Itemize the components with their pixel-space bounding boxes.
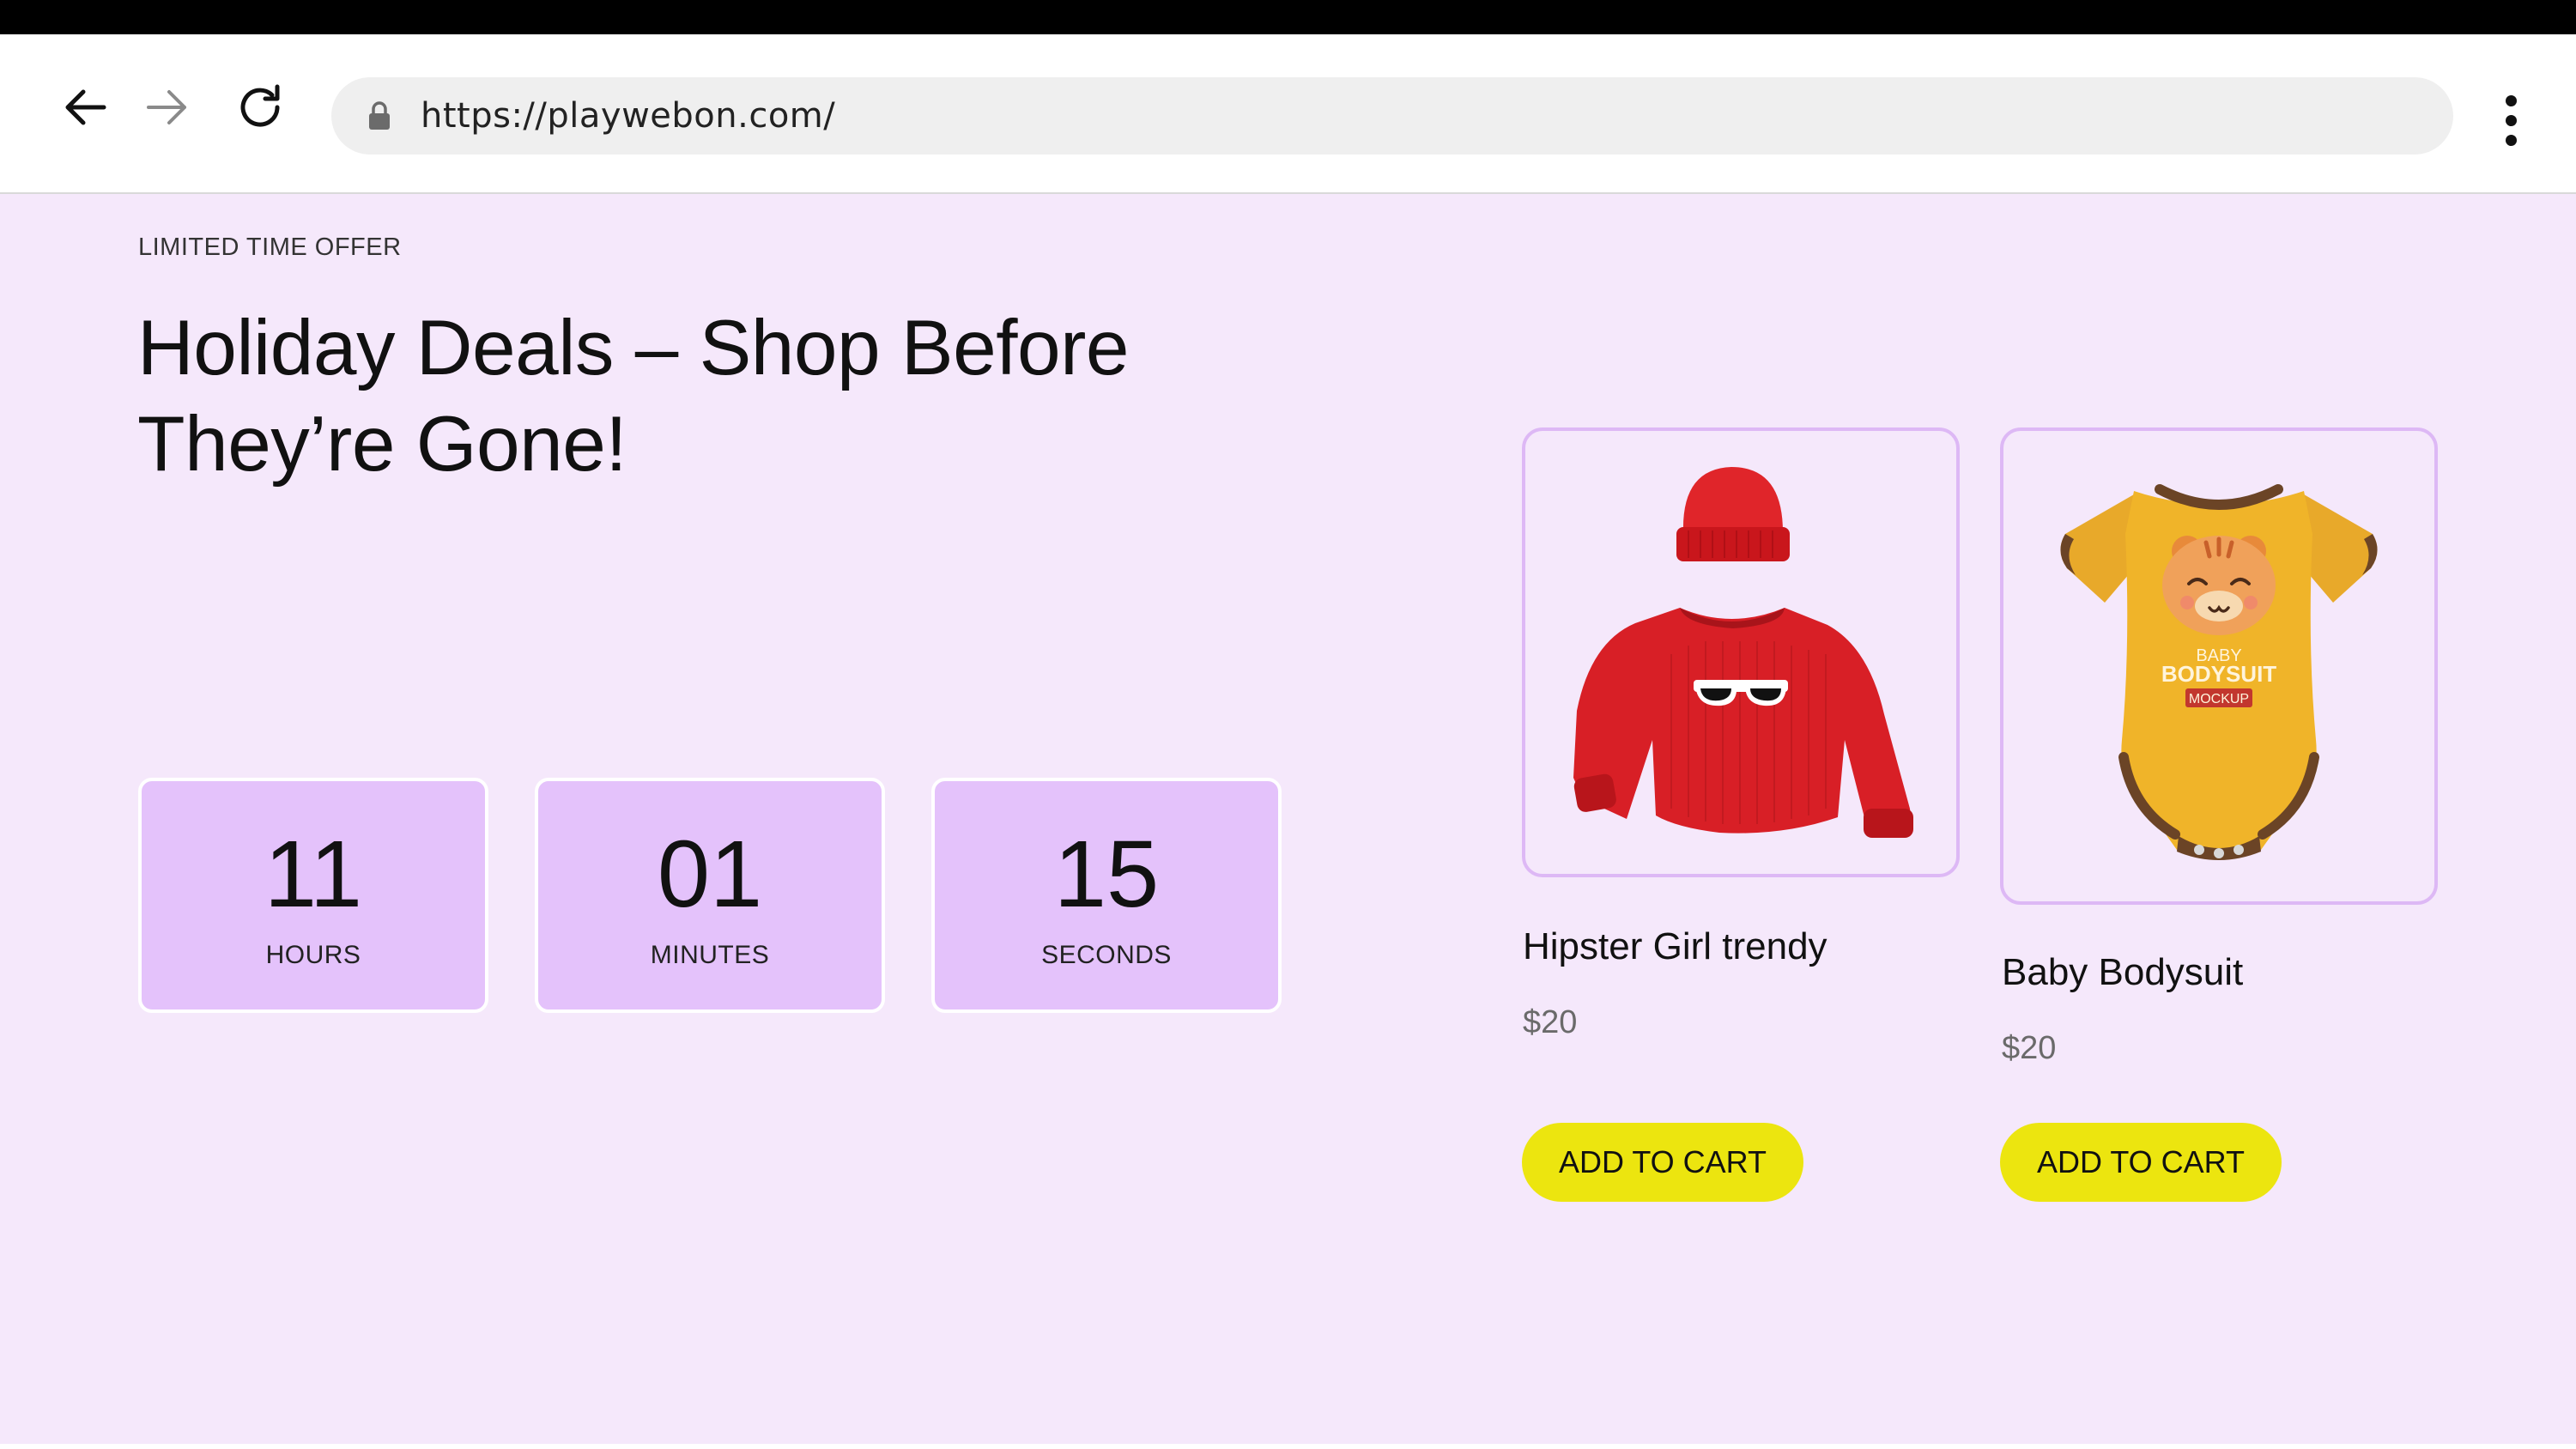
browser-menu-button[interactable]: [2489, 86, 2532, 155]
countdown-unit: SECONDS: [1041, 941, 1172, 969]
product-price: $20: [1523, 1004, 1578, 1040]
countdown-unit: HOURS: [265, 941, 361, 969]
countdown-hours: 11 HOURS: [138, 778, 488, 1013]
url-text: https://playwebon.com/: [421, 96, 836, 136]
menu-dot: [2505, 134, 2517, 146]
sweater-illustration: [1573, 467, 1913, 838]
product-image-bodysuit[interactable]: BABY BODYSUIT MOCKUP: [2000, 427, 2438, 905]
bodysuit-print-line: MOCKUP: [2189, 692, 2249, 706]
arrow-left-icon: [65, 89, 106, 125]
reload-button[interactable]: [230, 77, 290, 137]
bodysuit-print-line: BODYSUIT: [2161, 661, 2276, 687]
promo-eyebrow: LIMITED TIME OFFER: [138, 233, 402, 261]
arrow-right-icon: [147, 90, 186, 124]
top-status-bar: [0, 0, 2576, 34]
countdown-unit: MINUTES: [650, 941, 770, 969]
countdown-minutes: 01 MINUTES: [535, 778, 885, 1013]
lock-icon: [364, 99, 395, 133]
countdown-value: 15: [1053, 822, 1160, 927]
address-bar[interactable]: https://playwebon.com/: [331, 77, 2453, 155]
browser-toolbar: https://playwebon.com/: [0, 34, 2576, 194]
product-title[interactable]: Baby Bodysuit: [2002, 951, 2243, 994]
product-title[interactable]: Hipster Girl trendy: [1523, 925, 1827, 968]
bodysuit-illustration: BABY BODYSUIT MOCKUP: [2060, 484, 2378, 860]
add-to-cart-button[interactable]: ADD TO CART: [1522, 1123, 1803, 1202]
page-bottom-edge: [0, 1444, 2576, 1449]
product-image-sweater[interactable]: [1522, 427, 1960, 877]
product-price: $20: [2002, 1030, 2057, 1066]
add-to-cart-button[interactable]: ADD TO CART: [2000, 1123, 2282, 1202]
countdown-value: 11: [264, 822, 363, 927]
countdown-seconds: 15 SECONDS: [931, 778, 1282, 1013]
back-button[interactable]: [55, 77, 115, 137]
menu-dot: [2505, 94, 2517, 106]
forward-button[interactable]: [137, 77, 197, 137]
promo-headline: Holiday Deals – Shop Before They’re Gone…: [137, 305, 1130, 488]
menu-dot: [2505, 114, 2517, 126]
reload-icon: [240, 84, 280, 127]
countdown-value: 01: [657, 822, 763, 927]
